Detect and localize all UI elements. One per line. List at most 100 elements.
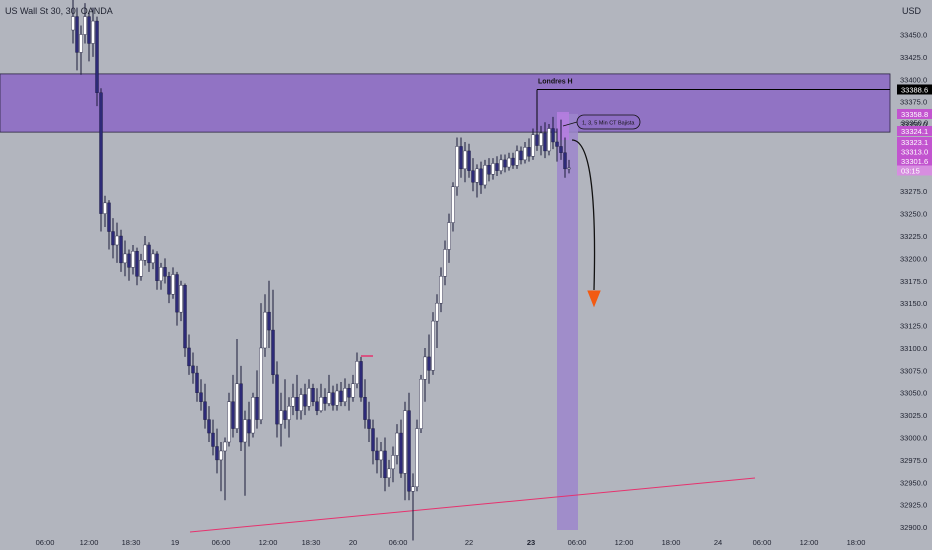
candle-body <box>239 383 243 443</box>
candle <box>123 240 127 277</box>
candle-body <box>191 365 195 374</box>
candle <box>423 347 427 402</box>
price-label-text: 33313.0 <box>901 148 928 157</box>
x-tick-label: 24 <box>714 538 722 547</box>
candle <box>415 419 419 492</box>
candle-body <box>255 397 259 420</box>
candle <box>119 229 123 272</box>
candle <box>107 200 111 250</box>
candle-body <box>119 235 123 264</box>
candle-body <box>211 432 215 447</box>
price-label: 33388.6 <box>897 84 932 95</box>
y-tick-label: 32950.0 <box>900 478 927 487</box>
price-label-text: 03:15 <box>901 167 920 176</box>
candle <box>215 428 219 474</box>
candle <box>155 251 159 290</box>
candle <box>187 334 191 375</box>
candle-body <box>527 147 531 157</box>
candle-body <box>179 285 183 313</box>
candle-body <box>155 253 159 281</box>
candle <box>475 164 479 198</box>
candle <box>131 244 135 275</box>
candle-body <box>271 329 275 376</box>
candle-body <box>375 450 379 461</box>
candle <box>487 158 491 182</box>
x-tick-label: 12:00 <box>800 538 819 547</box>
candle <box>179 280 183 322</box>
candle-body <box>135 251 139 277</box>
candle <box>87 12 91 62</box>
candle-body <box>507 157 511 168</box>
candle <box>311 383 315 407</box>
candle <box>259 303 263 425</box>
candle-body <box>207 419 211 434</box>
candle <box>499 154 503 175</box>
candle <box>527 138 531 162</box>
candle <box>191 352 195 384</box>
x-tick-label: 22 <box>465 538 473 547</box>
candle <box>315 388 319 416</box>
candle-body <box>503 159 507 168</box>
candle <box>363 379 367 429</box>
candle-body <box>351 383 355 398</box>
candle <box>367 401 371 442</box>
candle-body <box>163 267 167 277</box>
candle <box>283 379 287 429</box>
candle-body <box>295 397 299 411</box>
candle-body <box>403 410 407 474</box>
candle <box>375 437 379 474</box>
candle <box>111 218 115 259</box>
candle <box>151 249 155 270</box>
candle-body <box>383 450 387 479</box>
candle <box>79 25 83 75</box>
candle-body <box>551 128 555 143</box>
candle <box>223 437 227 501</box>
candle-body <box>263 311 267 349</box>
candle-body <box>127 253 131 268</box>
candle-body <box>219 450 223 461</box>
candle-body <box>539 132 543 146</box>
candle <box>443 240 447 286</box>
candle <box>339 381 343 407</box>
x-tick-label: 06:00 <box>753 538 772 547</box>
candle-body <box>319 397 323 411</box>
candle <box>95 16 99 107</box>
x-tick-label: 06:00 <box>389 538 408 547</box>
candle <box>275 361 279 438</box>
candle-body <box>531 134 535 157</box>
candle <box>307 379 311 411</box>
price-label: 33324.1 <box>897 126 932 136</box>
y-tick-label: 33000.0 <box>900 434 927 443</box>
candle <box>139 253 143 281</box>
y-tick-label: 33125.0 <box>900 322 927 331</box>
candle <box>323 388 327 411</box>
candle-body <box>227 401 231 443</box>
candle-body <box>395 432 399 456</box>
candle-body <box>435 302 439 322</box>
candle <box>211 419 215 456</box>
candle-body <box>523 147 527 161</box>
candle-body <box>519 150 523 161</box>
candle <box>343 378 347 407</box>
candle <box>255 370 259 429</box>
candle <box>383 437 387 492</box>
candle <box>183 283 187 357</box>
candle <box>295 374 299 420</box>
candle <box>471 158 475 192</box>
candle <box>99 88 103 232</box>
price-chart[interactable]: Londres H 1, 3, 5 Min CT Bajista 33450.0 3… <box>0 0 932 550</box>
candle-body <box>187 347 191 367</box>
price-label-text: 33324.1 <box>901 127 928 136</box>
candle-body <box>563 152 567 170</box>
price-label: 33323.1 <box>897 137 932 147</box>
candle <box>147 242 151 272</box>
price-label: 03:15 <box>897 165 932 176</box>
candle-body <box>495 163 499 171</box>
candle-body <box>355 361 359 384</box>
price-label-text: 33388.6 <box>901 85 928 94</box>
candle-body <box>79 34 83 53</box>
candle-body <box>111 231 115 246</box>
candle-body <box>439 276 443 304</box>
x-tick-label: 12:00 <box>615 538 634 547</box>
candle-body <box>171 274 175 295</box>
